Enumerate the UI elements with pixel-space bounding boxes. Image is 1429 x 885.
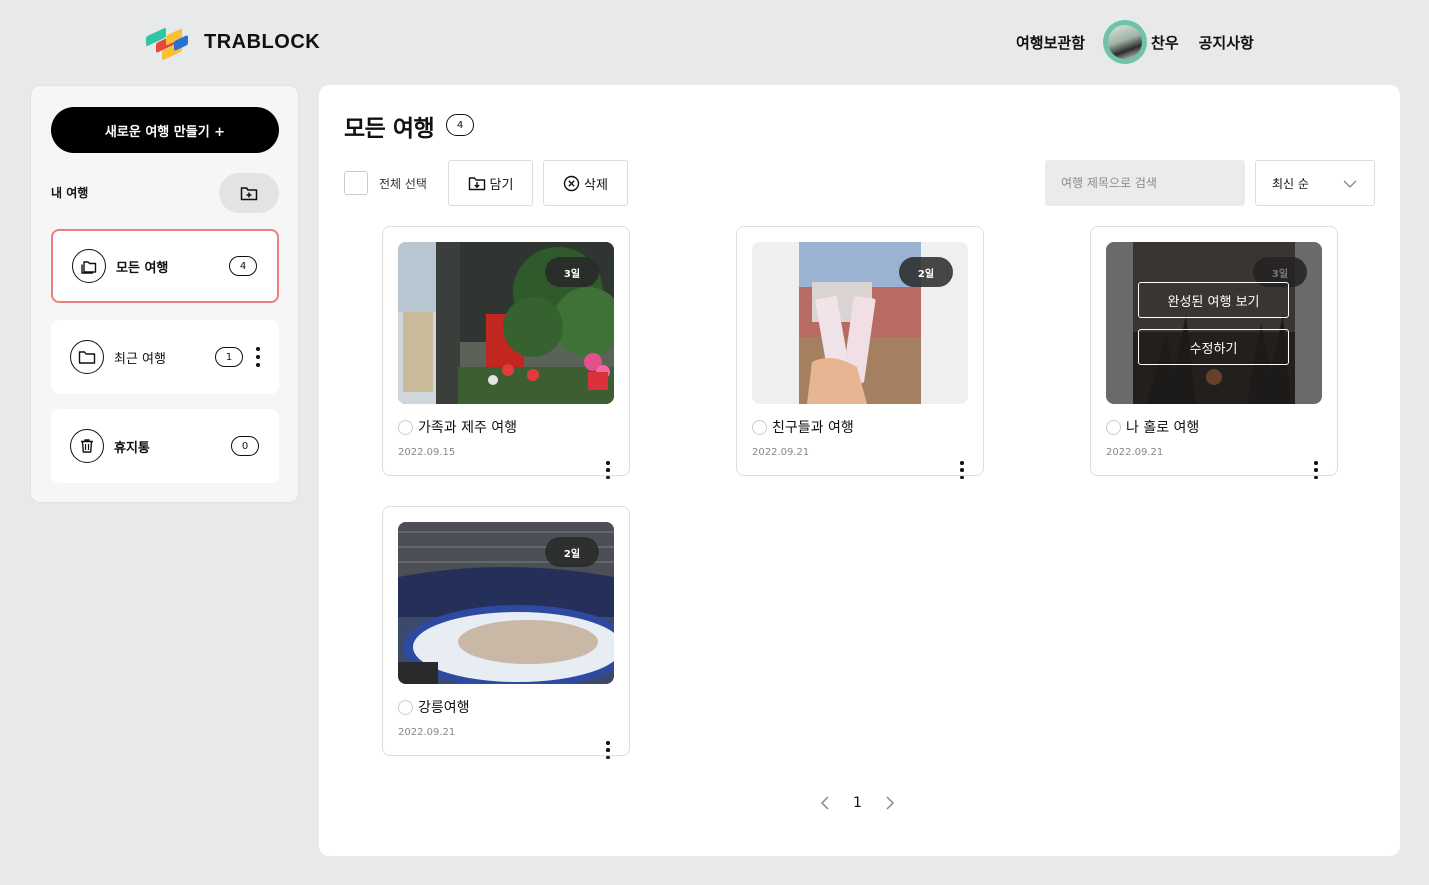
folder-plus-icon — [240, 187, 258, 201]
sidebar-item-label: 모든 여행 — [116, 260, 169, 276]
avatar-image — [1108, 25, 1143, 59]
trip-thumbnail[interactable]: 3일 완성된 여행 보기 수정하기 — [1106, 242, 1322, 404]
save-button[interactable]: 담기 — [448, 160, 533, 206]
trip-card[interactable]: 2일 친구들과 여행 2022.09.21 — [736, 226, 984, 479]
select-all-checkbox[interactable] — [344, 171, 368, 195]
nav-user-name[interactable]: 찬우 — [1151, 32, 1179, 53]
trip-more-icon[interactable] — [1313, 461, 1319, 479]
folders-icon — [72, 249, 106, 283]
my-trips-label: 내 여행 — [51, 186, 89, 200]
nav-archive-link[interactable]: 여행보관함 — [1016, 32, 1085, 53]
save-button-label: 담기 — [489, 177, 514, 193]
trip-more-icon[interactable] — [605, 461, 611, 479]
trash-icon — [70, 429, 104, 463]
trip-select-radio[interactable] — [398, 700, 413, 715]
folder-count-badge: 1 — [215, 347, 243, 367]
new-trip-button[interactable]: 새로운 여행 만들기 + — [51, 107, 279, 153]
download-folder-icon — [468, 176, 485, 190]
chevron-down-icon — [1343, 180, 1357, 188]
sidebar-item-trash[interactable]: 휴지통 0 — [51, 409, 279, 483]
trip-title: 가족과 제주 여행 — [418, 420, 518, 436]
trip-title: 나 홀로 여행 — [1126, 420, 1200, 436]
trip-title: 강릉여행 — [418, 700, 470, 716]
folder-icon — [70, 340, 104, 374]
sort-select[interactable]: 최신 순 — [1255, 160, 1375, 206]
sidebar-item-label: 최근 여행 — [114, 351, 166, 367]
delete-button[interactable]: 삭제 — [543, 160, 628, 206]
sort-selected-label: 최신 순 — [1272, 176, 1309, 191]
trip-date: 2022.09.21 — [752, 447, 810, 458]
trip-card[interactable]: 2일 강릉여행 2022.09.21 — [382, 506, 630, 759]
trip-days-badge: 3일 — [545, 257, 599, 287]
chevron-right-icon[interactable] — [884, 795, 896, 811]
trip-more-icon[interactable] — [605, 741, 611, 759]
trip-select-radio[interactable] — [1106, 420, 1121, 435]
trip-count-badge: 4 — [446, 114, 474, 136]
trip-hover-overlay: 완성된 여행 보기 수정하기 — [1106, 242, 1322, 404]
top-nav: 여행보관함 찬우 공지사항 — [1016, 20, 1254, 64]
trip-date: 2022.09.21 — [398, 727, 456, 738]
sidebar: 새로운 여행 만들기 + 내 여행 모든 여행 4 최근 여행 1 휴지통 0 — [30, 85, 299, 503]
folder-count-badge: 0 — [231, 436, 259, 456]
avatar[interactable] — [1103, 20, 1148, 64]
trip-thumbnail[interactable]: 2일 — [398, 522, 614, 684]
trip-thumbnail[interactable]: 3일 — [398, 242, 614, 404]
trip-thumbnail[interactable]: 2일 — [752, 242, 968, 404]
sidebar-item-recent-trips[interactable]: 최근 여행 1 — [51, 320, 279, 394]
trip-days-badge: 2일 — [899, 257, 953, 287]
logo-text: TRABLOCK — [204, 30, 321, 53]
folder-more-icon[interactable] — [255, 347, 261, 367]
add-folder-button[interactable] — [219, 173, 279, 213]
sidebar-item-label: 휴지통 — [114, 440, 150, 456]
pagination: 1 — [819, 795, 896, 811]
trip-card[interactable]: 3일 가족과 제주 여행 2022.09.15 — [382, 226, 630, 479]
page-title: 모든 여행 — [344, 116, 435, 142]
folder-count-badge: 4 — [229, 256, 257, 276]
search-input[interactable] — [1045, 160, 1245, 206]
edit-trip-button[interactable]: 수정하기 — [1138, 329, 1289, 365]
main-panel: 모든 여행 4 전체 선택 담기 삭제 최신 순 — [319, 85, 1400, 856]
trip-select-radio[interactable] — [752, 420, 767, 435]
trip-title: 친구들과 여행 — [772, 420, 854, 436]
logo-mark-icon — [144, 24, 192, 61]
trip-date: 2022.09.15 — [398, 447, 456, 458]
view-trip-button[interactable]: 완성된 여행 보기 — [1138, 282, 1289, 318]
delete-button-label: 삭제 — [584, 177, 608, 193]
page-number-current[interactable]: 1 — [853, 795, 862, 811]
nav-notice-link[interactable]: 공지사항 — [1199, 32, 1254, 53]
trip-days-badge: 2일 — [545, 537, 599, 567]
trip-card[interactable]: 3일 완성된 여행 보기 수정하기 나 홀로 여행 2022.09.21 — [1090, 226, 1338, 479]
trip-date: 2022.09.21 — [1106, 447, 1164, 458]
sidebar-item-all-trips[interactable]: 모든 여행 4 — [51, 229, 279, 303]
trip-select-radio[interactable] — [398, 420, 413, 435]
select-all-label: 전체 선택 — [379, 177, 427, 191]
trip-more-icon[interactable] — [959, 461, 965, 479]
logo[interactable]: TRABLOCK — [144, 24, 321, 61]
close-circle-icon — [563, 175, 580, 191]
chevron-left-icon[interactable] — [819, 795, 831, 811]
